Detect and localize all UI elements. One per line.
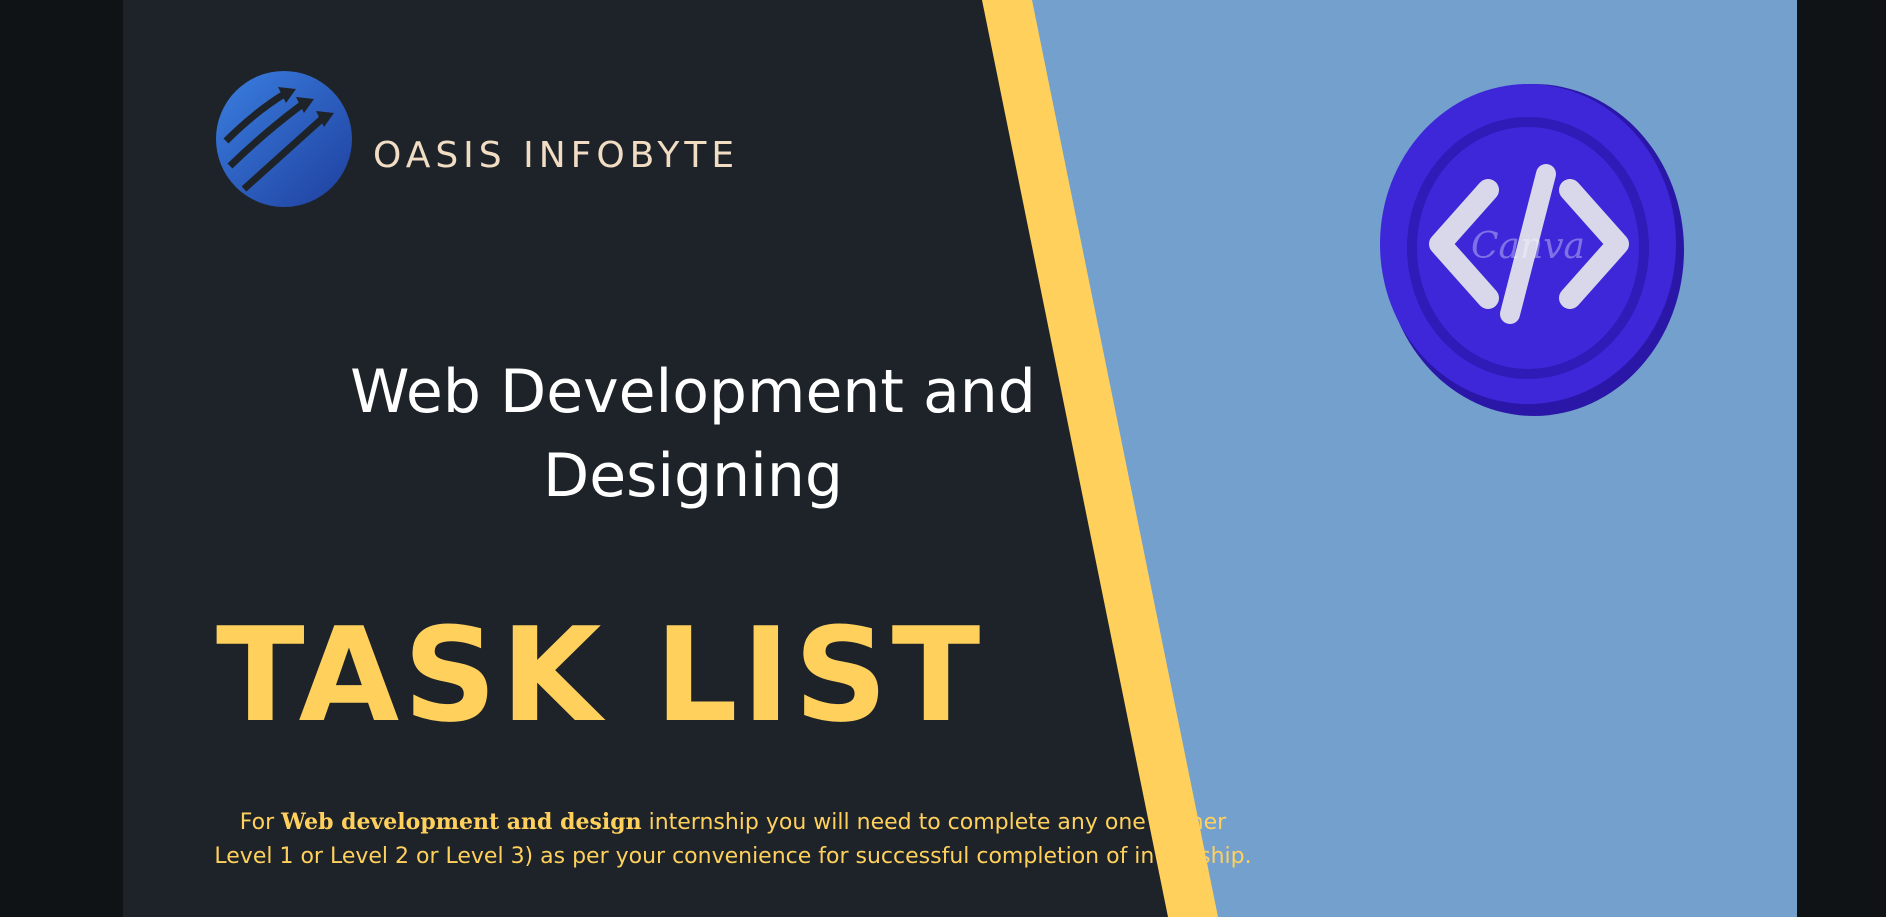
page-title: TASK LIST bbox=[216, 599, 985, 751]
description-prefix: For bbox=[239, 810, 282, 835]
slide-viewer: OASIS INFOBYTE Web Development and Desig… bbox=[0, 0, 1886, 917]
code-brackets-icon: Canva bbox=[1380, 84, 1684, 416]
description-emphasis: Web development and design bbox=[281, 809, 642, 835]
brand-name: OASIS INFOBYTE bbox=[373, 135, 740, 176]
slide-subtitle: Web Development and Designing bbox=[218, 350, 1168, 518]
canva-watermark: Canva bbox=[1471, 226, 1585, 267]
description-text: For Web development and design internshi… bbox=[208, 805, 1258, 874]
subtitle-line-2: Designing bbox=[543, 441, 843, 511]
arrows-globe-logo-icon bbox=[216, 71, 352, 207]
slide-page: OASIS INFOBYTE Web Development and Desig… bbox=[123, 0, 1797, 917]
subtitle-line-1: Web Development and bbox=[350, 357, 1036, 427]
